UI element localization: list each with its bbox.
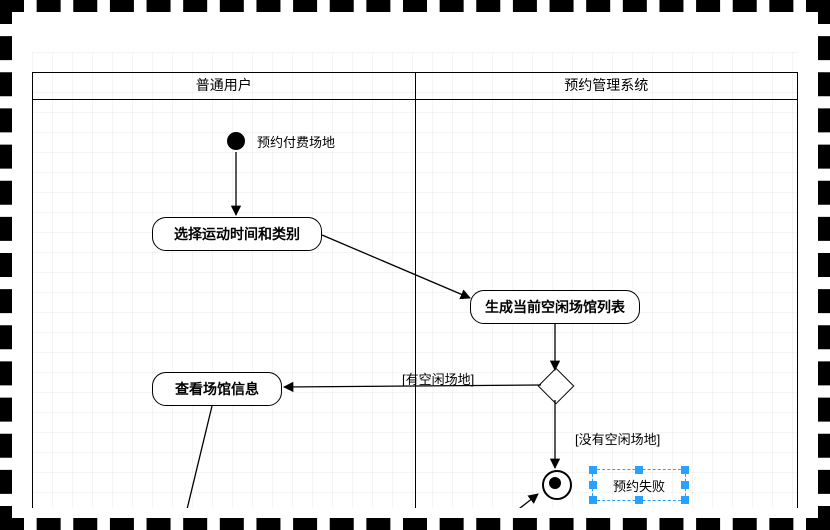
swimlane-header-right[interactable]: 预约管理系统 [415,73,798,99]
guard-has-free: [有空闲场地] [402,369,474,388]
guard-no-free: [没有空闲场地] [575,429,660,448]
selection-handle-sw[interactable] [589,496,597,504]
swimlane-right-label: 预约管理系统 [564,77,648,93]
activity-view-info-label: 查看场馆信息 [175,381,259,397]
swimlane-divider [415,98,416,508]
end-label-selected[interactable]: 预约失败 [592,469,686,501]
selection-handle-se[interactable] [681,496,689,504]
end-node[interactable] [542,470,572,500]
selection-handle-n[interactable] [635,466,643,474]
start-label: 预约付费场地 [257,132,335,151]
start-node[interactable] [227,132,245,150]
swimlane-header-left[interactable]: 普通用户 [33,73,415,99]
activity-select-time[interactable]: 选择运动时间和类别 [152,217,322,251]
dashed-frame-border: 普通用户 预约管理系统 预约付费场地 选择运动时间和类别 生成当前空闲场馆列表 … [0,0,830,530]
activity-generate-list[interactable]: 生成当前空闲场馆列表 [470,290,640,324]
selection-handle-w[interactable] [589,481,597,489]
selection-handle-s[interactable] [635,496,643,504]
selection-handle-ne[interactable] [681,466,689,474]
activity-select-time-label: 选择运动时间和类别 [174,226,300,242]
diagram-canvas[interactable]: 普通用户 预约管理系统 预约付费场地 选择运动时间和类别 生成当前空闲场馆列表 … [32,52,798,508]
activity-generate-list-label: 生成当前空闲场馆列表 [485,299,625,315]
swimlane-header-row: 普通用户 预约管理系统 [32,72,798,100]
swimlane-left-label: 普通用户 [196,77,252,93]
selection-handle-e[interactable] [681,481,689,489]
selection-handle-nw[interactable] [589,466,597,474]
activity-view-info[interactable]: 查看场馆信息 [152,372,282,406]
end-label-text: 预约失败 [613,479,665,494]
